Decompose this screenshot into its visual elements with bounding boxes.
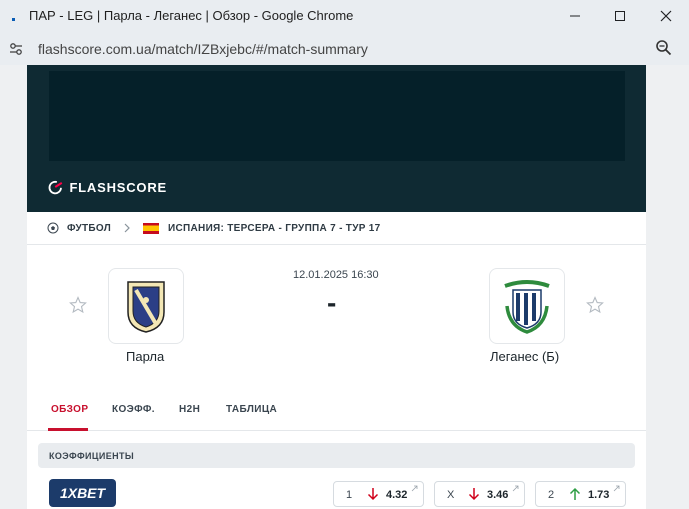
bookmaker-logo[interactable]: 1X BET: [49, 479, 116, 507]
breadcrumb: ФУТБОЛ ИСПАНИЯ: ТЕРСЕРА - ГРУППА 7 - ТУР…: [27, 212, 646, 245]
ad-banner: [49, 71, 625, 161]
minimize-button[interactable]: [552, 0, 598, 32]
site-info-icon[interactable]: [7, 40, 25, 58]
odds-value: 1.73: [588, 489, 610, 501]
external-link-icon: [512, 485, 519, 492]
tab-h2h[interactable]: H2H: [179, 404, 200, 415]
spain-flag-icon: [143, 222, 160, 234]
arrow-down-icon: [367, 488, 379, 501]
arrow-down-icon: [468, 488, 480, 501]
maximize-icon: [615, 11, 625, 21]
external-link-icon: [613, 485, 620, 492]
flashscore-logo-text: FLASHSCORE: [69, 179, 167, 195]
chevron-right-icon: [124, 223, 130, 233]
odds-value: 4.32: [386, 489, 408, 501]
flashscore-logo[interactable]: FLASHSCORE: [47, 178, 167, 196]
maximize-button[interactable]: [597, 0, 643, 32]
away-team-logo[interactable]: [489, 268, 565, 344]
minimize-icon: [570, 15, 580, 17]
odds-value: 3.46: [487, 489, 509, 501]
flashscore-logo-icon: [48, 180, 63, 195]
match-datetime: 12.01.2025 16:30: [293, 269, 379, 281]
match-score: -: [327, 287, 337, 318]
bookmaker-name-prefix: 1X: [59, 485, 78, 501]
window-title: ПАР - LEG | Парла - Леганес | Обзор - Go…: [29, 8, 354, 23]
close-icon: [660, 10, 672, 22]
star-icon[interactable]: [586, 296, 604, 314]
arrow-up-icon: [569, 487, 581, 500]
tab-standings[interactable]: ТАБЛИЦА: [226, 404, 277, 415]
odds-draw[interactable]: X 3.46: [434, 481, 525, 507]
tab-odds[interactable]: КОЭФФ.: [112, 404, 155, 415]
external-link-icon: [411, 485, 418, 492]
soccer-ball-icon: [47, 222, 59, 234]
close-button[interactable]: [643, 0, 689, 32]
odds-label: 2: [548, 489, 555, 501]
home-team-name[interactable]: Парла: [126, 349, 164, 364]
parla-crest-icon: [127, 281, 165, 333]
bookmaker-name-suffix: BET: [77, 485, 106, 501]
odds-label: 1: [346, 489, 353, 501]
breadcrumb-league[interactable]: ИСПАНИЯ: ТЕРСЕРА - ГРУППА 7 - ТУР 17: [168, 223, 380, 234]
leganes-crest-icon: [504, 280, 550, 334]
url-field[interactable]: flashscore.com.ua/match/IZBxjebc/#/match…: [38, 41, 368, 57]
active-tab-indicator: [48, 428, 88, 431]
breadcrumb-sport[interactable]: ФУТБОЛ: [67, 223, 111, 234]
home-team-logo[interactable]: [108, 268, 184, 344]
odds-label: X: [447, 489, 455, 501]
zoom-icon[interactable]: [654, 38, 674, 58]
odds-section-header: КОЭФФИЦИЕНТЫ: [38, 443, 635, 468]
odds-home[interactable]: 1 4.32: [333, 481, 424, 507]
flashscore-tab-icon: [12, 18, 15, 21]
tab-overview[interactable]: ОБЗОР: [51, 404, 88, 415]
odds-away[interactable]: 2 1.73: [535, 481, 626, 507]
star-icon[interactable]: [69, 296, 87, 314]
away-team-name[interactable]: Леганес (Б): [490, 349, 559, 364]
